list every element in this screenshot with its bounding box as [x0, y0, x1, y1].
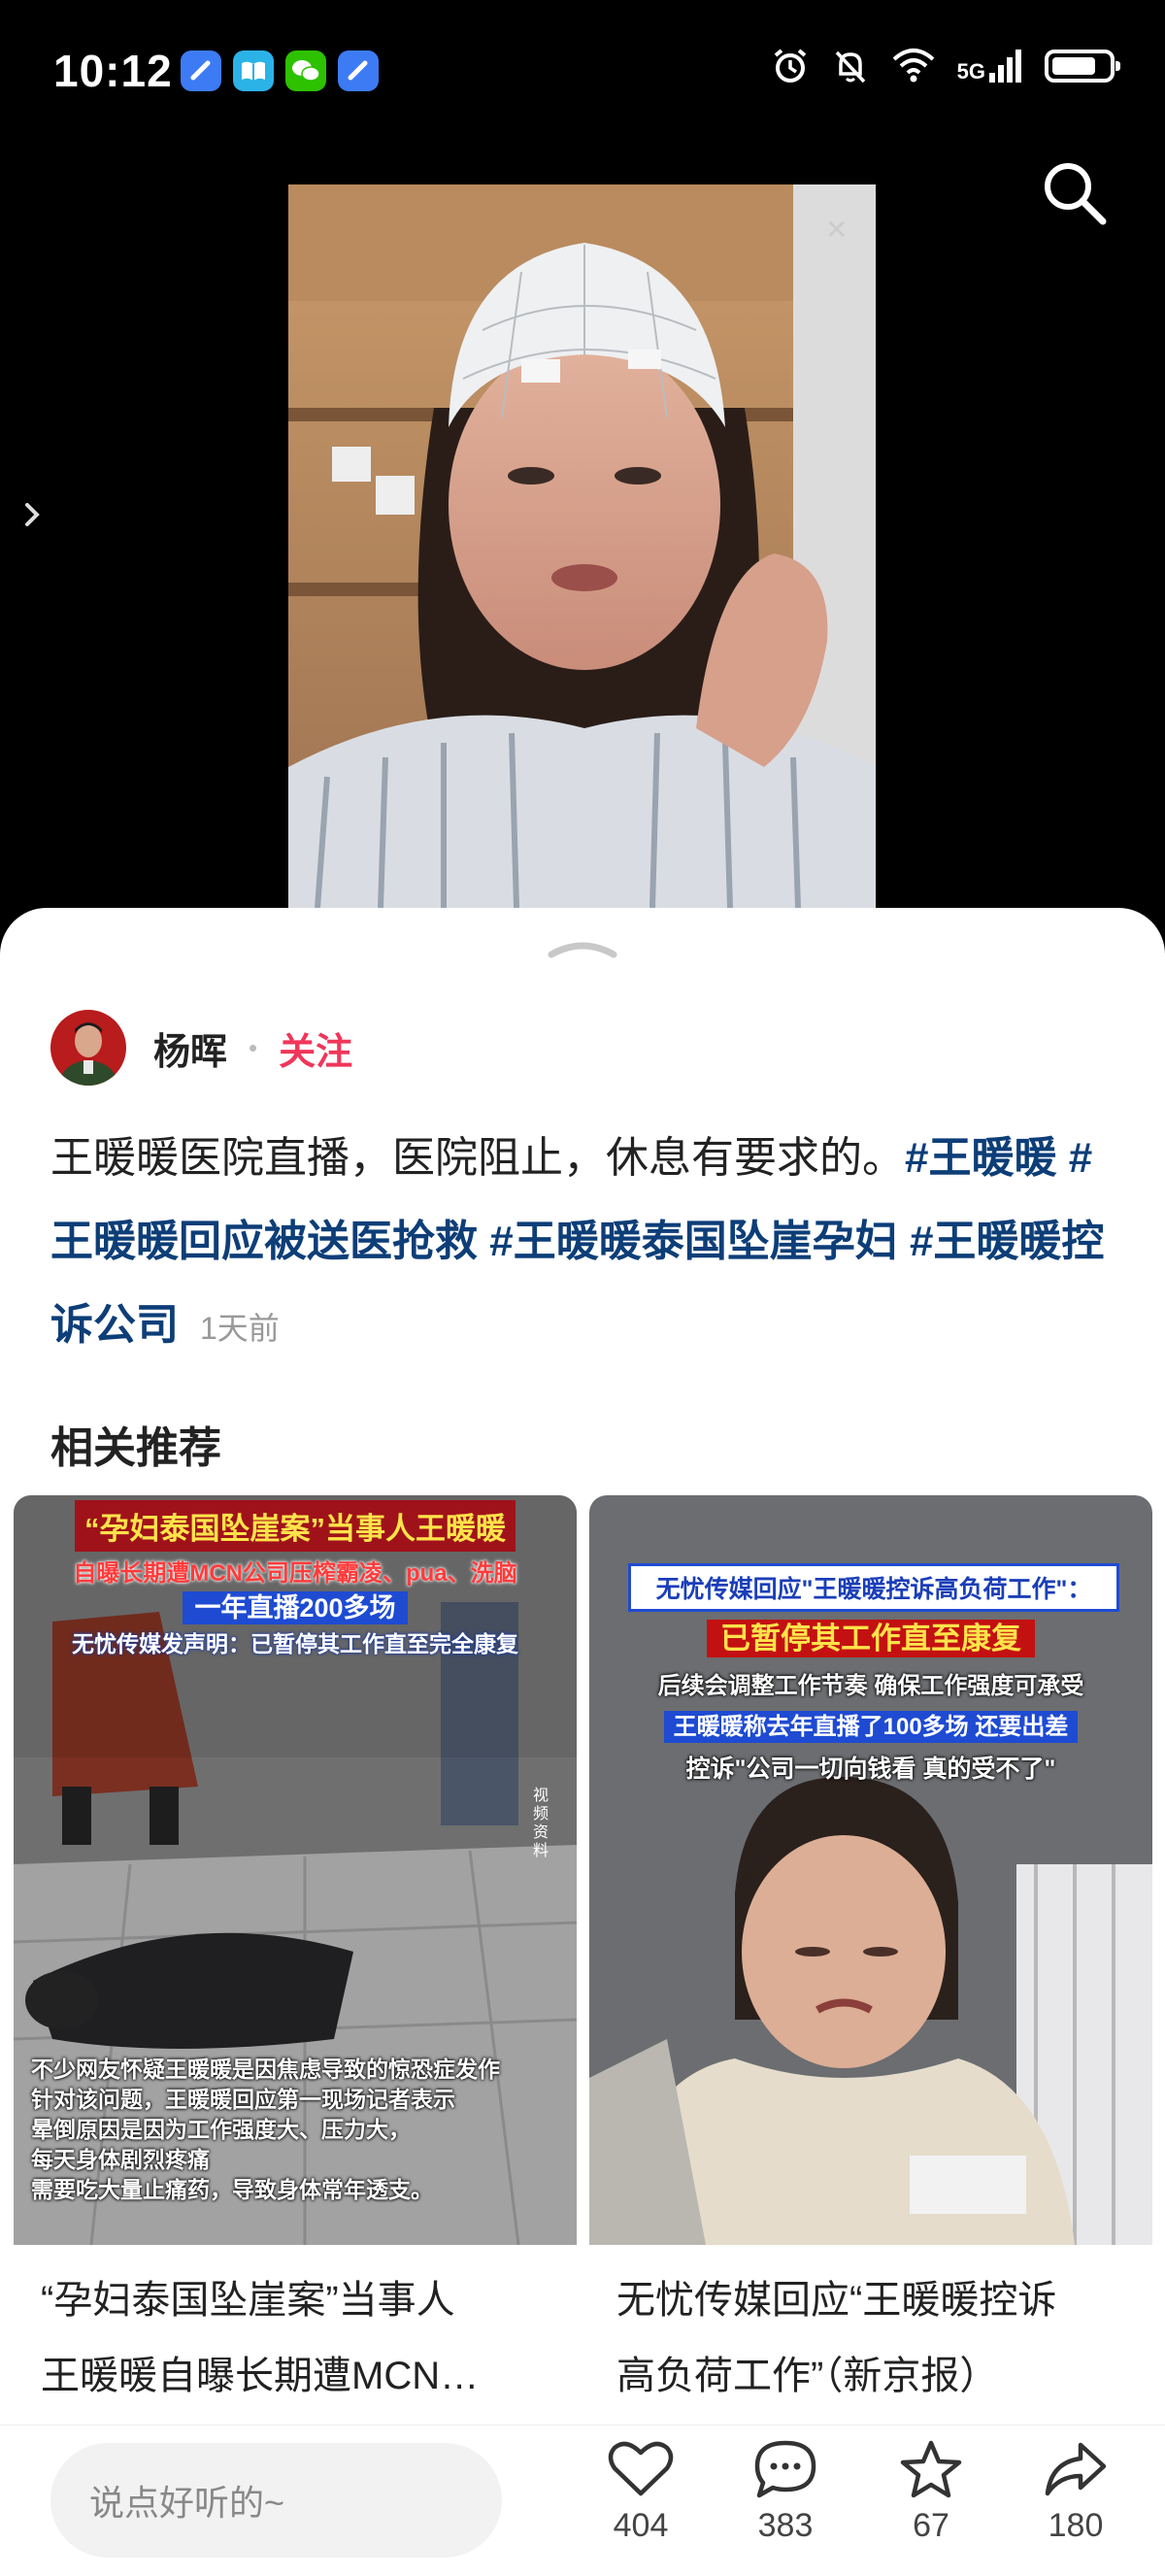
comment-input[interactable]: 说点好听的~ — [50, 2443, 502, 2558]
separator-dot: • — [249, 1032, 258, 1062]
bottom-action-bar: 说点好听的~ 404 383 67 180 — [0, 2425, 1165, 2576]
chevron-up-icon — [548, 942, 617, 958]
share-arrow-icon — [1045, 2442, 1107, 2496]
share-button[interactable]: 180 — [1017, 2439, 1134, 2545]
system-status: 5G — [771, 47, 1120, 85]
thumb-overlay-text: 后续会调整工作节奏 确保工作强度可承受 — [657, 1673, 1084, 1699]
network-type: 5G — [956, 59, 985, 84]
hashtag-link[interactable]: #王暖暖泰国坠崖孕妇 — [489, 1218, 897, 1265]
follow-button[interactable]: 关注 — [279, 1021, 352, 1075]
search-button[interactable] — [1037, 155, 1111, 229]
author-row: 杨晖 • 关注 — [50, 1010, 352, 1086]
like-button[interactable]: 404 — [582, 2439, 699, 2545]
recommendations-title: 相关推荐 — [50, 1424, 221, 1472]
close-icon[interactable]: ✕ — [825, 214, 848, 246]
thumb-overlay-text: 无忧传媒发声明：已暂停其工作直至完全康复 — [72, 1631, 518, 1656]
avatar[interactable] — [50, 1010, 126, 1086]
alarm-icon — [774, 49, 806, 83]
recommendation-card[interactable]: 无忧传媒回应"王暖暖控诉高负荷工作"： 已暂停其工作直至康复 后续会调整工作节奏… — [589, 1495, 1152, 2466]
thumb-overlay-title: 无忧传媒回应"王暖暖控诉高负荷工作"： — [628, 1563, 1119, 1612]
thumb-overlay-text: 一年直播200多场 — [183, 1591, 408, 1624]
post-detail-sheet: 杨晖 • 关注 王暖暖医院直播，医院阻止，休息有要求的。#王暖暖 #王暖暖回应被… — [0, 908, 1165, 2575]
favorite-button[interactable]: 67 — [873, 2439, 989, 2545]
comment-count: 383 — [757, 2507, 814, 2544]
video-frame-image — [288, 184, 876, 908]
card-caption: 无忧传媒回应“王暖暖控诉 高负荷工作”（新京报） — [616, 2279, 1057, 2397]
status-bar: 10:12 5G — [0, 0, 1165, 146]
author-name[interactable]: 杨晖 — [153, 1021, 227, 1075]
search-icon — [1045, 163, 1107, 225]
battery-icon — [1045, 50, 1120, 83]
card-thumbnail: “孕妇泰国坠崖案”当事人王暖暖 自曝长期遭MCN公司压榨霸凌、pua、洗脑 一年… — [14, 1495, 577, 2245]
wifi-icon — [892, 49, 934, 83]
book-app-icon — [233, 50, 274, 91]
wechat-icon — [285, 50, 326, 91]
favorite-count: 67 — [913, 2507, 949, 2544]
hashtag-link[interactable]: #王暖暖 — [905, 1134, 1056, 1182]
thumb-overlay-title: “孕妇泰国坠崖案”当事人王暖暖 — [75, 1500, 516, 1552]
app-notification-icon — [181, 50, 221, 91]
signal-icon — [989, 50, 1021, 83]
post-text: 王暖暖医院直播，医院阻止，休息有要求的。 — [50, 1134, 905, 1182]
expand-sidebar-button[interactable] — [17, 495, 47, 534]
video-player[interactable] — [288, 184, 876, 908]
sheet-collapse-handle[interactable] — [546, 935, 619, 964]
chevron-right-icon — [25, 503, 40, 526]
notification-icons — [181, 50, 379, 91]
post-time: 1天前 — [200, 1311, 280, 1346]
star-icon — [900, 2440, 962, 2498]
like-count: 404 — [613, 2507, 669, 2544]
thumb-overlay-text: 视频资料 — [533, 1788, 549, 1859]
mute-bell-icon — [835, 50, 865, 84]
card-caption: “孕妇泰国坠崖案”当事人 王暖暖自曝长期遭MCN… — [41, 2279, 480, 2397]
status-time: 10:12 — [53, 46, 173, 96]
thumb-overlay-text: 已暂停其工作直至康复 — [707, 1620, 1035, 1657]
post-caption: 王暖暖医院直播，医院阻止，休息有要求的。#王暖暖 #王暖暖回应被送医抢救 #王暖… — [50, 1117, 1118, 1370]
card-thumbnail: 无忧传媒回应"王暖暖控诉高负荷工作"： 已暂停其工作直至康复 后续会调整工作节奏… — [589, 1495, 1152, 2245]
heart-icon — [608, 2441, 674, 2496]
thumb-overlay-text: 控诉"公司一切向钱看 真的受不了" — [685, 1756, 1056, 1783]
comment-bubble-icon — [754, 2440, 816, 2498]
share-count: 180 — [1048, 2507, 1104, 2544]
comment-button[interactable]: 383 — [727, 2439, 844, 2545]
thumb-overlay-text: 王暖暖称去年直播了100多场 还要出差 — [663, 1711, 1079, 1743]
app-notification-icon — [338, 50, 379, 91]
recommendation-card[interactable]: “孕妇泰国坠崖案”当事人王暖暖 自曝长期遭MCN公司压榨霸凌、pua、洗脑 一年… — [14, 1495, 577, 2466]
thumb-overlay-text: 不少网友怀疑王暖暖是因焦虑导致的惊恐症发作 针对该问题，王暖暖回应第一现场记者表… — [31, 2057, 500, 2202]
thumb-overlay-text: 自曝长期遭MCN公司压榨霸凌、pua、洗脑 — [73, 1560, 517, 1587]
